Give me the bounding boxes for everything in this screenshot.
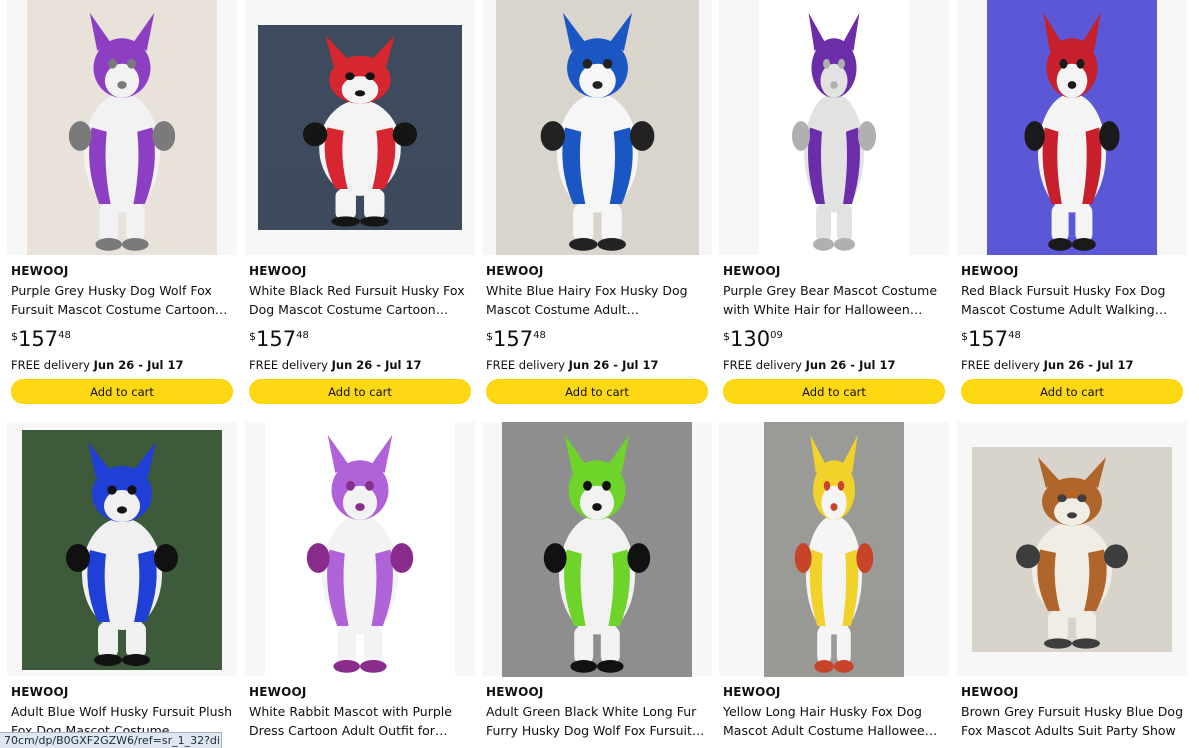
add-to-cart-button[interactable]: Add to cart	[961, 379, 1183, 404]
price-whole: 157	[493, 327, 534, 351]
product-brand: HEWOOJ	[961, 685, 1019, 699]
delivery-dates: Jun 26 - Jul 17	[93, 358, 184, 372]
red-black-husky-fursuit-photo[interactable]	[987, 0, 1157, 255]
delivery-info: FREE delivery Jun 26 - Jul 17	[249, 358, 422, 372]
product-card[interactable]: HEWOOJ White Blue Hairy Fox Husky Dog Mas…	[482, 0, 712, 414]
product-grid: HEWOOJ Purple Grey Husky Dog Wolf Fox Fur…	[0, 0, 1199, 748]
product-card[interactable]: HEWOOJ Yellow Long Hair Husky Fox Dog Mas…	[719, 422, 949, 748]
delivery-dates: Jun 26 - Jul 17	[568, 358, 659, 372]
price-fraction: 48	[1008, 330, 1021, 341]
add-to-cart-button[interactable]: Add to cart	[11, 379, 233, 404]
green-black-fursuit-photo[interactable]	[502, 422, 692, 677]
product-brand: HEWOOJ	[723, 685, 781, 699]
delivery-dates: Jun 26 - Jul 17	[331, 358, 422, 372]
product-title-link[interactable]: Adult Green Black White Long Fur Furry H…	[486, 702, 708, 740]
delivery-dates: Jun 26 - Jul 17	[1043, 358, 1134, 372]
product-image-area[interactable]	[245, 422, 475, 677]
price-whole: 157	[256, 327, 297, 351]
price-whole: 157	[18, 327, 59, 351]
product-brand: HEWOOJ	[486, 264, 544, 278]
product-card[interactable]: HEWOOJ Adult Blue Wolf Husky Fursuit Plus…	[7, 422, 237, 748]
product-brand: HEWOOJ	[11, 685, 69, 699]
price-symbol: $	[961, 330, 968, 343]
product-image-area[interactable]	[957, 422, 1187, 676]
price-fraction: 09	[770, 330, 783, 341]
product-brand: HEWOOJ	[961, 264, 1019, 278]
red-black-fursuit-photo[interactable]	[258, 25, 462, 230]
product-image-area[interactable]	[482, 422, 712, 677]
price-symbol: $	[486, 330, 493, 343]
price-symbol: $	[11, 330, 18, 343]
product-card[interactable]: HEWOOJ White Black Red Fursuit Husky Fox …	[245, 0, 475, 414]
product-title-link[interactable]: Yellow Long Hair Husky Fox Dog Mascot Ad…	[723, 702, 945, 740]
add-to-cart-button[interactable]: Add to cart	[486, 379, 708, 404]
product-image-area[interactable]	[7, 0, 237, 255]
product-image-area[interactable]	[7, 422, 237, 676]
delivery-info: FREE delivery Jun 26 - Jul 17	[11, 358, 184, 372]
product-brand: HEWOOJ	[11, 264, 69, 278]
product-image-area[interactable]	[482, 0, 712, 255]
price-fraction: 48	[533, 330, 546, 341]
brown-grey-fursuit-photo[interactable]	[972, 447, 1172, 652]
product-brand: HEWOOJ	[249, 685, 307, 699]
product-brand: HEWOOJ	[249, 264, 307, 278]
price-symbol: $	[249, 330, 256, 343]
delivery-prefix: FREE delivery	[249, 358, 332, 372]
product-title-link[interactable]: Purple Grey Bear Mascot Costume with Whi…	[723, 281, 945, 319]
price-fraction: 48	[58, 330, 71, 341]
product-image-area[interactable]	[245, 0, 475, 255]
product-card[interactable]: HEWOOJ Brown Grey Fursuit Husky Blue Dog …	[957, 422, 1187, 748]
delivery-info: FREE delivery Jun 26 - Jul 17	[961, 358, 1134, 372]
delivery-prefix: FREE delivery	[961, 358, 1044, 372]
price-fraction: 48	[296, 330, 309, 341]
product-price: $157 48	[11, 327, 71, 351]
product-price: $130 09	[723, 327, 783, 351]
product-brand: HEWOOJ	[486, 685, 544, 699]
product-title-link[interactable]: White Black Red Fursuit Husky Fox Dog Ma…	[249, 281, 471, 319]
delivery-prefix: FREE delivery	[723, 358, 806, 372]
purple-dress-bear-mascot-photo[interactable]	[759, 0, 909, 255]
product-card[interactable]: HEWOOJ White Rabbit Mascot with Purple Dr…	[245, 422, 475, 748]
product-card[interactable]: HEWOOJ Purple Grey Bear Mascot Costume wi…	[719, 0, 949, 414]
add-to-cart-button[interactable]: Add to cart	[249, 379, 471, 404]
add-to-cart-button[interactable]: Add to cart	[723, 379, 945, 404]
product-price: $157 48	[486, 327, 546, 351]
status-bar-url: 70cm/dp/B0GXF2GZW6/ref=sr_1_32?dib=ey...	[0, 732, 222, 748]
blue-wolf-fursuit-photo[interactable]	[22, 430, 222, 670]
delivery-info: FREE delivery Jun 26 - Jul 17	[723, 358, 896, 372]
white-rabbit-mascot-photo[interactable]	[265, 422, 455, 677]
product-title-link[interactable]: Brown Grey Fursuit Husky Blue Dog Fox Ma…	[961, 702, 1183, 740]
product-card[interactable]: HEWOOJ Purple Grey Husky Dog Wolf Fox Fur…	[7, 0, 237, 414]
product-title-link[interactable]: Purple Grey Husky Dog Wolf Fox Fursuit M…	[11, 281, 233, 319]
product-title-link[interactable]: White Rabbit Mascot with Purple Dress Ca…	[249, 702, 471, 740]
product-card[interactable]: HEWOOJ Red Black Fursuit Husky Fox Dog Ma…	[957, 0, 1187, 414]
product-image-area[interactable]	[719, 0, 949, 255]
delivery-prefix: FREE delivery	[486, 358, 569, 372]
yellow-husky-fursuit-photo[interactable]	[764, 422, 904, 677]
product-image-area[interactable]	[719, 422, 949, 677]
delivery-prefix: FREE delivery	[11, 358, 94, 372]
product-price: $157 48	[249, 327, 309, 351]
price-whole: 157	[968, 327, 1009, 351]
delivery-dates: Jun 26 - Jul 17	[805, 358, 896, 372]
product-card[interactable]: HEWOOJ Adult Green Black White Long Fur F…	[482, 422, 712, 748]
purple-grey-husky-fursuit-photo[interactable]	[27, 0, 217, 255]
product-title-link[interactable]: Red Black Fursuit Husky Fox Dog Mascot C…	[961, 281, 1183, 319]
product-title-link[interactable]: White Blue Hairy Fox Husky Dog Mascot Co…	[486, 281, 708, 319]
product-price: $157 48	[961, 327, 1021, 351]
price-whole: 130	[730, 327, 771, 351]
delivery-info: FREE delivery Jun 26 - Jul 17	[486, 358, 659, 372]
product-image-area[interactable]	[957, 0, 1187, 255]
product-brand: HEWOOJ	[723, 264, 781, 278]
white-blue-fox-fursuit-photo[interactable]	[496, 0, 699, 255]
price-symbol: $	[723, 330, 730, 343]
